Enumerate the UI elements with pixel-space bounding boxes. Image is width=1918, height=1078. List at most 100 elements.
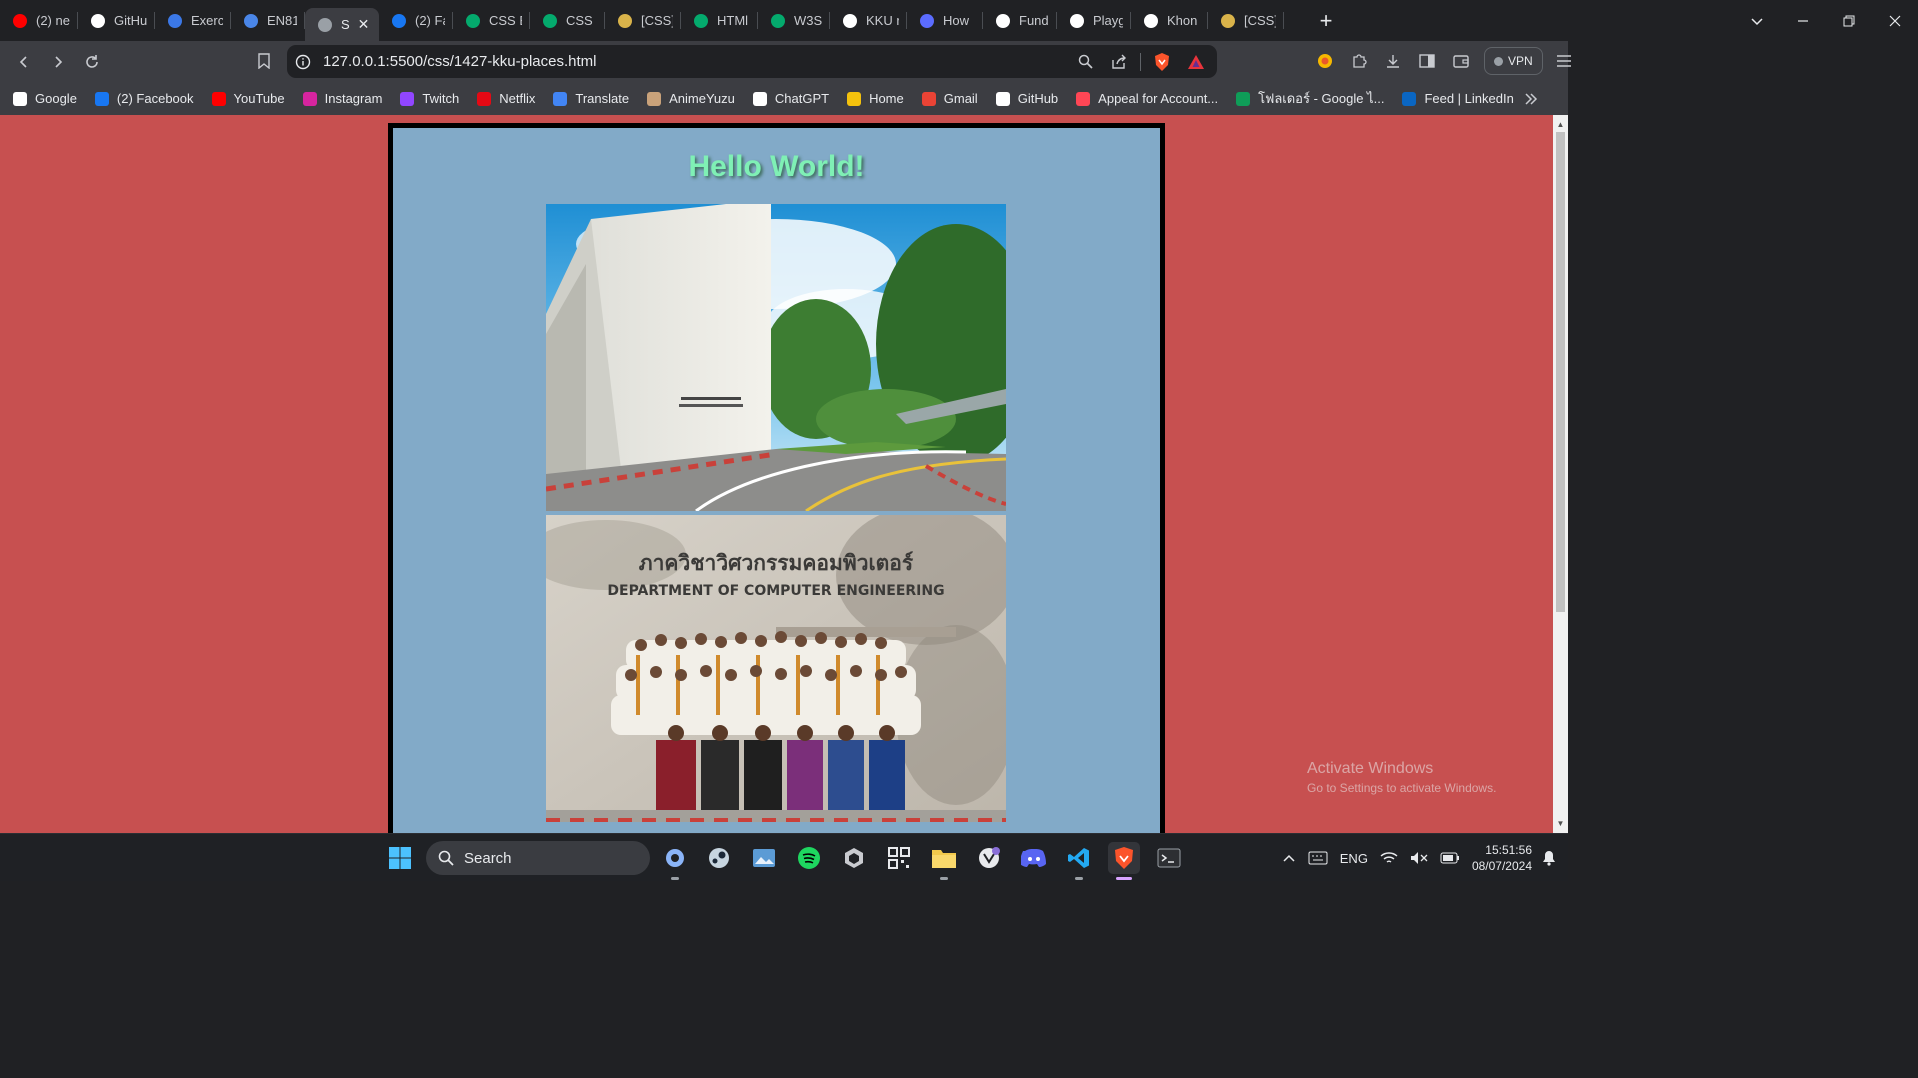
tab-label: How [943,13,970,28]
settings-icon[interactable] [659,842,691,880]
share-icon[interactable] [1106,49,1132,75]
minimize-button[interactable] [1780,0,1826,41]
scroll-up-arrow-icon[interactable]: ▲ [1553,117,1568,132]
bookmark-10[interactable]: Gmail [921,91,978,107]
tab-label: EN81 [267,13,297,28]
clock[interactable]: 15:51:56 08/07/2024 [1472,842,1532,874]
tab-2[interactable]: Exerc [155,0,231,41]
tab-8[interactable]: [CSS] [605,0,681,41]
system-tray: ENG 15:51:56 08/07/2024 [1282,834,1568,882]
tab-label: HTMl [717,13,749,28]
zoom-icon[interactable] [1072,49,1098,75]
tab-4[interactable]: S ✕ [305,8,379,41]
keyboard-icon[interactable] [1308,851,1328,865]
bookmark-label: Feed | LinkedIn [1424,91,1514,106]
bookmark-3[interactable]: Instagram [302,91,382,107]
tab-12[interactable]: How [907,0,983,41]
tab-16[interactable]: [CSS] [1208,0,1284,41]
terminal-icon[interactable] [1153,842,1185,874]
bookmark-label: Gmail [943,91,978,106]
github-icon [90,13,106,29]
url-text: 127.0.0.1:5500/css/1427-kku-places.html [323,53,597,70]
opgg-icon[interactable] [973,842,1005,874]
tab-label: S [341,17,350,32]
restore-button[interactable] [1826,0,1872,41]
tab-13[interactable]: Funda [983,0,1057,41]
search-icon [438,850,454,866]
vpn-button[interactable]: VPN [1484,47,1543,75]
tab-14[interactable]: Playg [1057,0,1131,41]
bookmarks-overflow-icon[interactable] [1524,82,1894,115]
file-explorer-icon[interactable] [928,842,960,880]
bookmark-icon[interactable] [247,44,281,78]
tab-6[interactable]: CSS B [453,0,530,41]
forward-button[interactable] [41,45,75,79]
bookmark-8[interactable]: ChatGPT [752,91,829,107]
bookmark-13[interactable]: โฟลเดอร์ - Google ไ... [1235,88,1384,109]
wallet-icon[interactable] [1444,44,1478,78]
vscode-icon[interactable] [1063,842,1095,880]
tab-15[interactable]: Khon [1131,0,1208,41]
tab-5[interactable]: (2) Fa [379,0,453,41]
tab-11[interactable]: KKU r [830,0,907,41]
bookmark-6[interactable]: Translate [552,91,629,107]
bookmark-2[interactable]: YouTube [211,91,285,107]
brave-rewards-icon[interactable] [1183,49,1209,75]
tab-label: [CSS] [1244,13,1276,28]
extension-colorful-icon[interactable] [1308,44,1342,78]
steam-icon[interactable] [703,842,735,874]
bookmark-5[interactable]: Netflix [476,91,535,107]
back-button[interactable] [7,45,41,79]
scroll-down-arrow-icon[interactable]: ▼ [1553,816,1568,831]
bookmark-0[interactable]: Google [12,91,77,107]
site-info-icon[interactable] [287,54,319,70]
photos-icon[interactable] [748,842,780,874]
bookmark-1[interactable]: (2) Facebook [94,91,194,107]
windows-start-icon[interactable] [385,843,415,873]
notification-bell-icon[interactable] [1542,850,1556,866]
bookmark-12[interactable]: Appeal for Account... [1075,91,1218,107]
qr-icon[interactable] [883,842,915,874]
unity-icon[interactable] [838,842,870,874]
w3schools-icon [693,13,709,29]
tray-overflow-chevron-icon[interactable] [1282,853,1296,863]
tab-9[interactable]: HTMl [681,0,758,41]
battery-icon[interactable] [1440,852,1460,864]
taskbar-search[interactable]: Search [426,841,650,875]
wifi-icon[interactable] [1380,851,1398,865]
downloads-icon[interactable] [1376,44,1410,78]
bookmark-14[interactable]: Feed | LinkedIn [1401,91,1514,107]
close-tab-icon[interactable]: ✕ [358,16,370,33]
bookmarks-bar: Google (2) Facebook YouTube Instagram Twitch… [0,82,1568,115]
tab-1[interactable]: GitHu [78,0,155,41]
bookmark-4[interactable]: Twitch [399,91,459,107]
reload-button[interactable] [75,45,109,79]
address-bar[interactable]: 127.0.0.1:5500/css/1427-kku-places.html [287,45,1217,78]
m-icon [995,13,1011,29]
speaker-muted-icon[interactable] [1410,851,1428,865]
page-scrollbar[interactable]: ▲ ▼ [1553,115,1568,833]
tab-search-chevron-icon[interactable] [1734,0,1780,41]
tab-0[interactable]: (2) ne [0,0,78,41]
bookmark-7[interactable]: AnimeYuzu [646,91,735,107]
extensions-puzzle-icon[interactable] [1342,44,1376,78]
animeyuzu-icon [646,91,662,107]
spotify-icon[interactable] [793,842,825,874]
discord-icon[interactable] [1018,842,1050,874]
w3schools-icon [465,13,481,29]
menu-icon[interactable] [1547,44,1581,78]
close-window-button[interactable] [1872,0,1918,41]
bookmark-label: (2) Facebook [116,91,194,106]
sidebar-icon[interactable] [1410,44,1444,78]
tab-10[interactable]: W3Sc [758,0,830,41]
scroll-thumb[interactable] [1556,132,1565,612]
brave-icon[interactable] [1108,842,1140,880]
bookmark-11[interactable]: GitHub [995,91,1058,107]
bookmark-9[interactable]: Home [846,91,904,107]
new-tab-button[interactable]: + [1313,0,1339,41]
brave-shields-icon[interactable] [1149,49,1175,75]
tab-3[interactable]: EN81 [231,0,305,41]
tab-7[interactable]: CSS L [530,0,605,41]
language-indicator[interactable]: ENG [1340,851,1368,866]
bookmark-label: Netflix [499,91,536,106]
